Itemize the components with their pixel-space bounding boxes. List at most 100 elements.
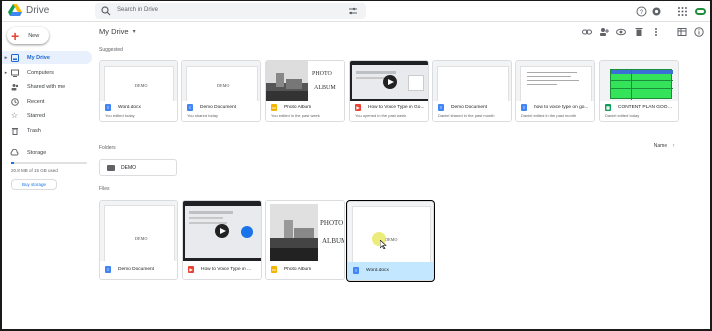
file-thumbnail	[183, 201, 261, 263]
folder-name: DEMO	[121, 164, 136, 171]
sidebar-item-shared-with-me[interactable]: Shared with me	[2, 80, 92, 93]
photo-image	[266, 61, 308, 103]
list-view-icon[interactable]	[677, 27, 687, 37]
doc-file-icon: ≡	[187, 104, 193, 111]
search-input[interactable]: Search in Drive	[117, 7, 158, 13]
sidebar-item-storage[interactable]: Storage	[2, 146, 92, 159]
document-page	[437, 66, 509, 103]
file-thumbnail: DEMO	[182, 61, 260, 103]
file-name: How to Voice Type in ...	[201, 267, 252, 272]
preview-eye-icon[interactable]	[616, 27, 626, 37]
suggested-card[interactable]: DEMO ≡ Demo Document You shared today	[181, 60, 261, 122]
file-card[interactable]: ▶ How to Voice Type in ...	[182, 200, 262, 280]
slides-file-icon: ▭	[271, 104, 277, 111]
search-icon[interactable]	[101, 6, 111, 16]
sidebar-item-label: Trash	[27, 127, 41, 134]
doc-file-icon: ≡	[521, 104, 527, 111]
suggested-heading: Suggested	[99, 47, 123, 53]
folder-icon	[107, 164, 115, 171]
file-activity: Daniel edited in the past month	[521, 113, 577, 118]
sidebar-item-recent[interactable]: Recent	[2, 95, 92, 108]
sort-by-name-button[interactable]: Name ↑	[654, 143, 675, 149]
apps-grid-icon[interactable]	[677, 6, 688, 17]
sidebar-item-trash[interactable]: Trash	[2, 124, 92, 137]
main-content: My Drive ▾ Suggested DEMO ≡ Word.docx Yo…	[94, 22, 710, 329]
arrow-up-icon: ↑	[672, 143, 676, 149]
buy-storage-button[interactable]: Buy storage	[11, 179, 57, 190]
sidebar-item-starred[interactable]: ☆ Starred	[2, 109, 92, 122]
sheets-file-icon: ▦	[605, 104, 611, 111]
account-avatar-icon[interactable]	[694, 6, 707, 17]
file-thumbnail	[350, 61, 428, 103]
play-icon[interactable]	[215, 224, 229, 238]
more-vert-icon[interactable]	[651, 27, 661, 37]
folders-heading: Folders	[99, 145, 116, 151]
sort-label: Name	[653, 143, 668, 149]
help-icon[interactable]: ?	[636, 6, 647, 17]
new-button[interactable]: + New	[7, 27, 49, 44]
sidebar-item-my-drive[interactable]: ▸ My Drive	[2, 51, 92, 64]
suggested-card[interactable]: ▦ CONTENT PLAN GOOOO... Daniel edited to…	[599, 60, 679, 122]
document-page	[520, 66, 592, 103]
file-activity: You edited in the past week	[271, 113, 320, 118]
file-thumbnail: PHOTO ALBUM	[266, 61, 344, 103]
sidebar-item-label: My Drive	[27, 54, 50, 61]
photo-title-word: PHOTO	[312, 71, 332, 77]
file-card[interactable]: DEMO ≡ Demo Document	[99, 200, 178, 280]
album-title-word: ALBUM	[322, 237, 344, 245]
page-title: My Drive	[99, 27, 129, 36]
suggested-card[interactable]: ▶ How to Voice Type in Go... You opened …	[349, 60, 429, 122]
sidebar-item-label: Shared with me	[27, 83, 66, 90]
settings-gear-icon[interactable]	[651, 6, 662, 17]
file-name: How to Voice Type in Go...	[368, 105, 425, 110]
file-card[interactable]: PHOTO ALBUM ▭ Photo Album	[265, 200, 345, 280]
sidebar-item-computers[interactable]: ▸ Computers	[2, 66, 92, 79]
expand-caret-icon[interactable]: ▸	[2, 55, 10, 61]
thumbnail-text: DEMO	[135, 236, 148, 241]
thumbnail-text: DEMO	[217, 83, 230, 88]
expand-caret-icon[interactable]: ▸	[2, 70, 10, 76]
photo-image	[270, 204, 318, 262]
drive-icon	[10, 53, 19, 62]
svg-text:?: ?	[640, 10, 644, 16]
suggested-card[interactable]: DEMO ≡ Word.docx You edited today	[99, 60, 178, 122]
search-bar[interactable]: Search in Drive	[95, 3, 366, 19]
file-thumbnail: PHOTO ALBUM	[266, 201, 344, 263]
video-file-icon: ▶	[188, 266, 194, 273]
file-card-selected[interactable]: DEMO ≡ Word.docx	[346, 200, 435, 282]
file-activity: Daniel shared in the past month	[438, 113, 495, 118]
info-icon[interactable]	[694, 27, 704, 37]
delete-icon[interactable]	[634, 27, 644, 37]
storage-progress-fill	[11, 162, 15, 164]
file-name: Word.docx	[366, 268, 389, 273]
file-name: Demo Document	[451, 105, 487, 110]
folder-item[interactable]: DEMO	[99, 159, 177, 176]
cloud-icon	[10, 148, 19, 157]
file-activity: Daniel edited today	[605, 113, 640, 118]
new-button-label: New	[28, 32, 40, 39]
file-name: Photo Album	[284, 105, 312, 110]
file-name: Demo Document	[118, 267, 154, 272]
link-icon[interactable]	[582, 27, 592, 37]
share-person-icon[interactable]	[599, 27, 609, 37]
computer-icon	[10, 68, 19, 77]
album-title-word: ALBUM	[314, 85, 336, 91]
slides-file-icon: ▭	[271, 266, 277, 273]
files-heading: Files	[99, 186, 110, 192]
trash-icon	[10, 126, 19, 135]
file-name: Demo Document	[200, 105, 236, 110]
search-options-icon[interactable]	[348, 6, 358, 16]
sidebar: + New ▸ My Drive ▸ Computers Shared with…	[2, 22, 94, 329]
suggested-card[interactable]: ≡ Demo Document Daniel shared in the pas…	[432, 60, 512, 122]
play-icon[interactable]	[383, 75, 397, 89]
document-page: DEMO	[104, 205, 175, 263]
file-thumbnail: DEMO	[100, 61, 177, 103]
suggested-card[interactable]: ≡ how to voice type on go... Daniel edit…	[515, 60, 595, 122]
my-drive-dropdown[interactable]: My Drive ▾	[99, 27, 136, 36]
file-activity: You edited today	[105, 113, 135, 118]
file-thumbnail	[516, 61, 594, 103]
suggested-card[interactable]: PHOTO ALBUM ▭ Photo Album You edited in …	[265, 60, 345, 122]
sidebar-item-label: Recent	[27, 98, 45, 105]
drive-logo[interactable]: Drive	[8, 4, 49, 16]
file-activity: You opened in the past week	[355, 113, 407, 118]
